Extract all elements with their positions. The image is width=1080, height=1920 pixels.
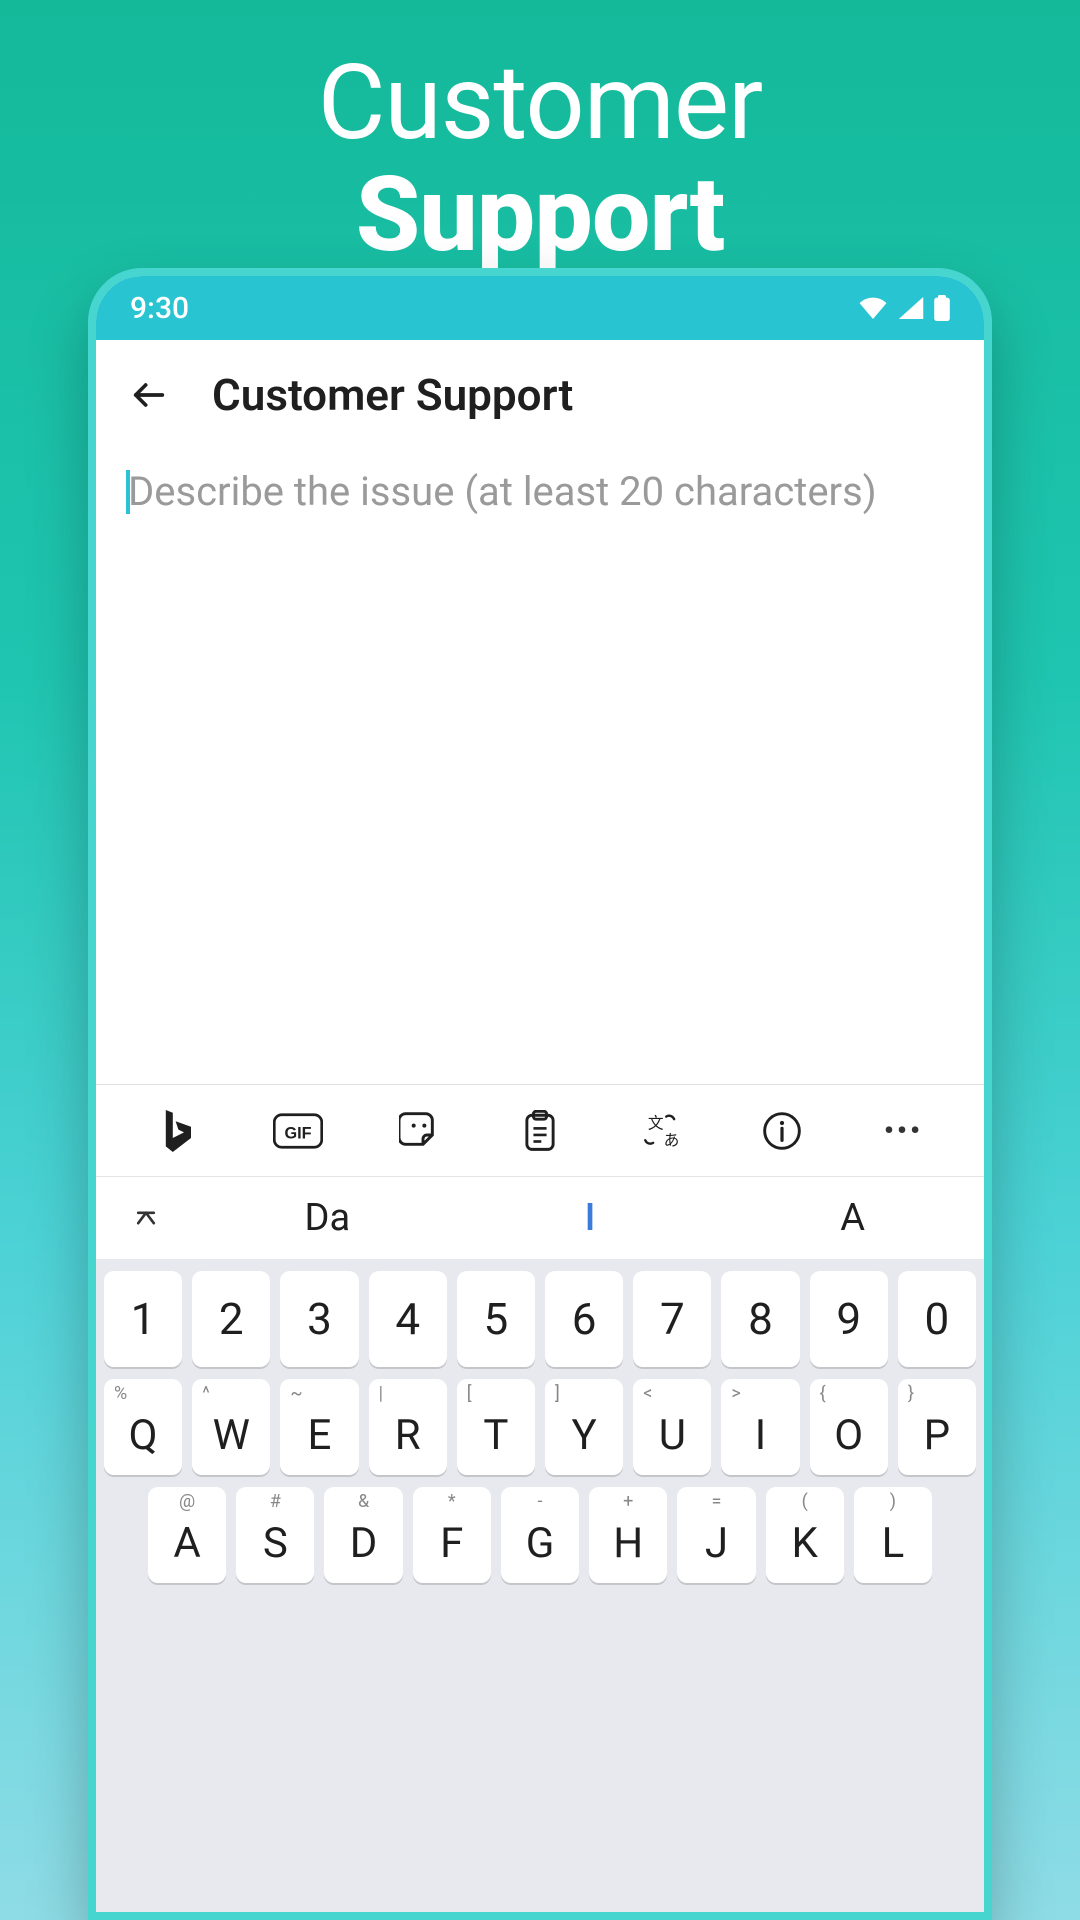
more-icon[interactable]: ••• [875,1103,931,1159]
keyboard-keys: 1234567890 %Q^W~E|R[T]Y<U>I{O}P @A#S&D*F… [96,1259,984,1912]
keyboard: GIF 文あ ••• Da [96,1084,984,1912]
key-d[interactable]: &D [324,1487,402,1583]
hero-line2: Support [0,160,1080,272]
hero-line1: Customer [0,48,1080,160]
key-e[interactable]: ~E [280,1379,358,1475]
key-4[interactable]: 4 [369,1271,447,1367]
wifi-icon [858,297,888,319]
status-icons [858,295,950,321]
info-icon[interactable] [754,1103,810,1159]
arrow-left-icon [129,375,169,415]
key-q[interactable]: %Q [104,1379,182,1475]
status-time: 9:30 [130,291,189,326]
suggestion-2[interactable]: I [459,1177,722,1259]
key-8[interactable]: 8 [721,1271,799,1367]
key-w[interactable]: ^W [192,1379,270,1475]
key-o[interactable]: {O [810,1379,888,1475]
svg-text:文: 文 [648,1114,664,1132]
keyboard-toolbar: GIF 文あ ••• [96,1085,984,1177]
app-bar: Customer Support [96,340,984,450]
key-u[interactable]: <U [633,1379,711,1475]
back-button[interactable] [126,372,172,418]
key-r[interactable]: |R [369,1379,447,1475]
sticker-icon[interactable] [391,1103,447,1159]
key-l[interactable]: )L [854,1487,932,1583]
key-p[interactable]: }P [898,1379,976,1475]
svg-text:あ: あ [664,1131,680,1149]
key-y[interactable]: ]Y [545,1379,623,1475]
page-title: Customer Support [212,369,573,421]
issue-input[interactable]: Describe the issue (at least 20 characte… [126,466,954,517]
content-area: Describe the issue (at least 20 characte… [96,450,984,517]
key-row-3: @A#S&D*F-G+H=J(K)L [104,1487,976,1583]
key-row-2: %Q^W~E|R[T]Y<U>I{O}P [104,1379,976,1475]
key-k[interactable]: (K [766,1487,844,1583]
signal-icon [898,297,924,319]
svg-text:GIF: GIF [284,1124,311,1142]
suggestion-3[interactable]: A [721,1177,984,1259]
key-5[interactable]: 5 [457,1271,535,1367]
key-t[interactable]: [T [457,1379,535,1475]
key-h[interactable]: +H [589,1487,667,1583]
text-cursor [126,470,130,514]
clipboard-icon[interactable] [512,1103,568,1159]
keyboard-suggestions: Da I A [96,1177,984,1259]
suggestion-1[interactable]: Da [196,1177,459,1259]
key-6[interactable]: 6 [545,1271,623,1367]
status-bar: 9:30 [96,276,984,340]
key-0[interactable]: 0 [898,1271,976,1367]
key-row-1: 1234567890 [104,1271,976,1367]
bing-icon[interactable] [149,1103,205,1159]
key-1[interactable]: 1 [104,1271,182,1367]
issue-placeholder: Describe the issue (at least 20 characte… [126,466,954,517]
key-i[interactable]: >I [721,1379,799,1475]
translate-icon[interactable]: 文あ [633,1103,689,1159]
hero-title: Customer Support [0,0,1080,273]
key-9[interactable]: 9 [810,1271,888,1367]
battery-icon [934,295,950,321]
key-s[interactable]: #S [236,1487,314,1583]
phone-frame: 9:30 Customer Support Describe the issue… [88,268,992,1920]
key-3[interactable]: 3 [280,1271,358,1367]
key-f[interactable]: *F [413,1487,491,1583]
suggestion-close[interactable] [96,1177,196,1259]
key-7[interactable]: 7 [633,1271,711,1367]
key-2[interactable]: 2 [192,1271,270,1367]
key-g[interactable]: -G [501,1487,579,1583]
key-j[interactable]: =J [677,1487,755,1583]
key-a[interactable]: @A [148,1487,226,1583]
gif-icon[interactable]: GIF [270,1103,326,1159]
